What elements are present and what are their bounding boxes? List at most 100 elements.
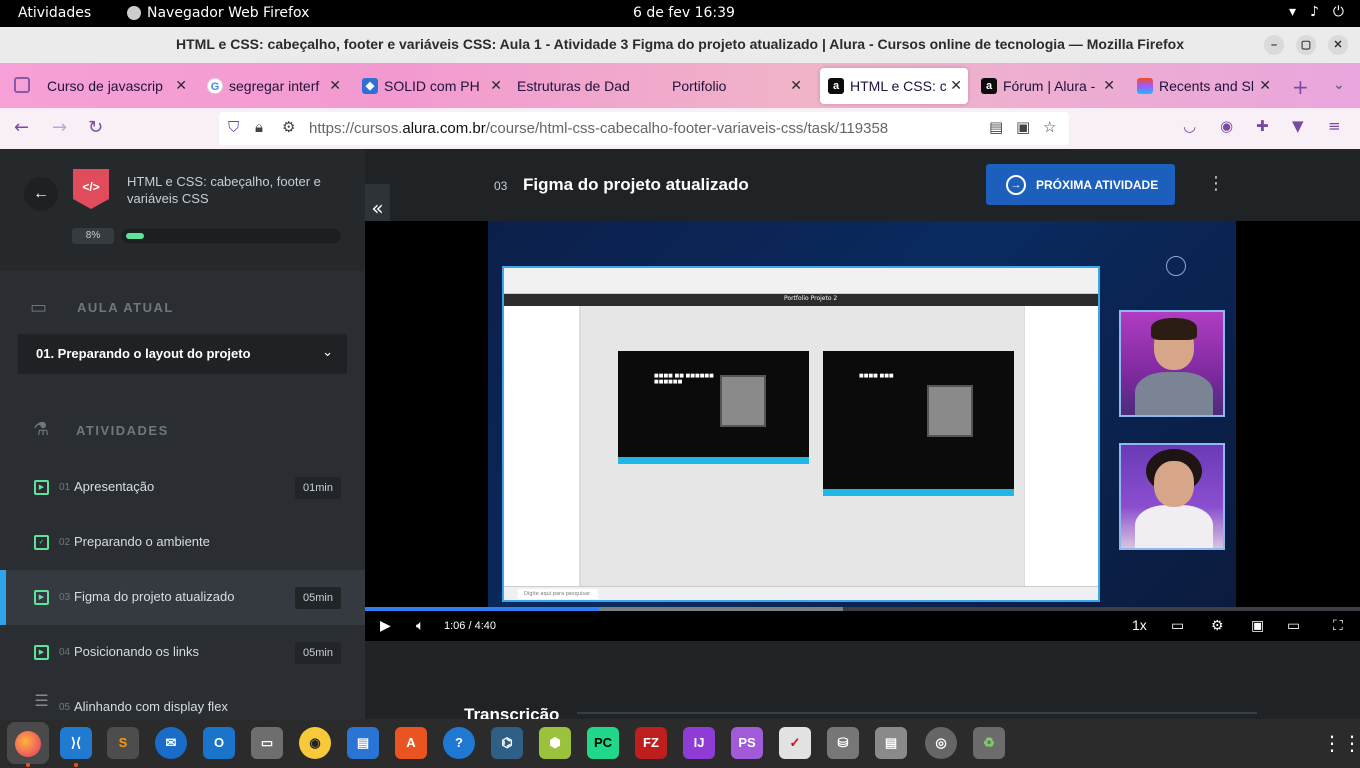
account-icon[interactable]: ◉ <box>1220 117 1233 135</box>
fullscreen-icon[interactable]: ⛶ <box>1333 617 1343 634</box>
course-sidebar: ← </> HTML e CSS: cabeçalho, footer e va… <box>0 149 365 719</box>
lesson-select[interactable]: 01. Preparando o layout do projeto ⌄ <box>18 334 347 374</box>
dock: ⟩⟨ S ✉ O ▭ ◉ ▤ A ? ⌬ ⬢ PC FZ IJ PS ✓ ⛁ ▤… <box>0 719 1360 768</box>
tab-solid-php[interactable]: ◆ SOLID com PH ✕ <box>362 68 508 104</box>
tab-close-icon[interactable]: ✕ <box>1259 77 1271 94</box>
software-dock-icon[interactable]: A <box>395 727 427 759</box>
clock[interactable]: 6 de fev 16:39 <box>633 5 735 21</box>
show-apps-grid-icon[interactable]: ⋮⋮⋮ <box>1322 731 1360 755</box>
trash-dock-icon[interactable]: ♻ <box>973 727 1005 759</box>
tab-segregar-interfaces[interactable]: G segregar interf ✕ <box>207 68 347 104</box>
window-titlebar: HTML e CSS: cabeçalho, footer e variávei… <box>0 27 1360 63</box>
tab-close-icon[interactable]: ✕ <box>329 77 341 94</box>
forward-arrow-icon[interactable]: → <box>52 117 67 138</box>
system-tray[interactable]: ▾ ♪ ⏻ <box>1289 4 1344 20</box>
tab-label: Estruturas de Dad <box>517 78 630 94</box>
screenshot-icon[interactable]: ▣ <box>1016 118 1030 136</box>
close-window-button[interactable]: ✕ <box>1328 35 1348 55</box>
sublime-dock-icon[interactable]: S <box>107 727 139 759</box>
play-icon[interactable]: ▶ <box>380 617 391 634</box>
url-text[interactable]: https://cursos.alura.com.br/course/html-… <box>309 120 888 137</box>
subtitles-icon[interactable]: ▭ <box>1171 617 1184 634</box>
writer-dock-icon[interactable]: ▤ <box>347 727 379 759</box>
active-indicator <box>0 570 6 625</box>
lock-icon[interactable]: 🔒︎ <box>255 118 263 136</box>
tasks-dock-icon[interactable]: ✓ <box>779 727 811 759</box>
tab-bar: Curso de javascrip ✕ G segregar interf ✕… <box>0 63 1360 108</box>
book-icon: ▭ <box>30 297 48 317</box>
rhythmbox-dock-icon[interactable]: ◉ <box>299 727 331 759</box>
pocket-icon[interactable]: ◡ <box>1183 117 1196 135</box>
tab-close-icon[interactable]: ✕ <box>950 77 962 94</box>
list-icon: ☰ <box>34 693 49 710</box>
shield-icon[interactable]: ⛉ <box>228 118 239 136</box>
back-arrow-icon[interactable]: ← <box>14 117 29 138</box>
tab-close-icon[interactable]: ✕ <box>175 77 187 94</box>
tab-portifolio[interactable]: Portifolio ✕ <box>672 68 808 104</box>
activity-item-01[interactable]: ▶ 01 Apresentação 01min <box>0 460 365 515</box>
pycharm-dock-icon[interactable]: PC <box>587 727 619 759</box>
disks-dock-icon[interactable]: ⛁ <box>827 727 859 759</box>
text-editor-dock-icon[interactable]: ▤ <box>875 727 907 759</box>
extensions-icon[interactable]: ✚ <box>1256 117 1269 135</box>
bookmark-star-icon[interactable]: ☆ <box>1043 118 1056 136</box>
frame-footer <box>823 489 1014 496</box>
more-options-icon[interactable]: ⋮ <box>1207 173 1225 194</box>
tab-label: segregar interf <box>229 78 320 94</box>
activity-duration: 05min <box>295 587 341 609</box>
activity-item-04[interactable]: ▶ 04 Posicionando os links 05min <box>0 625 365 680</box>
activities-button[interactable]: Atividades <box>18 5 91 21</box>
volume-icon[interactable]: 🔈︎ <box>416 617 424 634</box>
volume-icon: ♪ <box>1309 4 1319 20</box>
settings-gear-icon[interactable]: ⚙ <box>1211 617 1224 634</box>
list-all-tabs-icon[interactable]: ⌄ <box>1333 77 1345 93</box>
back-button[interactable]: ← <box>24 177 58 211</box>
activity-item-03[interactable]: ▶ 03 Figma do projeto atualizado 05min <box>0 570 365 625</box>
intellij-dock-icon[interactable]: IJ <box>683 727 715 759</box>
tab-close-icon[interactable]: ✕ <box>1103 77 1115 94</box>
tab-curso-javascript[interactable]: Curso de javascrip ✕ <box>47 68 193 104</box>
playback-speed[interactable]: 1x <box>1132 617 1147 633</box>
picture-in-picture-icon[interactable]: ▣ <box>1251 617 1264 634</box>
phpstorm-dock-icon[interactable]: PS <box>731 727 763 759</box>
new-tab-button[interactable]: + <box>1292 75 1309 99</box>
figma-canvas: ■■■■ ■■ ■■■■■■ ■■■■■■ ■■■■ ■■■ <box>581 306 1026 588</box>
reader-view-icon[interactable]: ▤ <box>989 118 1003 136</box>
menu-icon[interactable]: ≡ <box>1328 117 1341 135</box>
files-dock-icon[interactable]: ▭ <box>251 727 283 759</box>
tab-close-icon[interactable]: ✕ <box>790 77 802 94</box>
activity-item-02[interactable]: ✓ 02 Preparando o ambiente <box>0 515 365 570</box>
progress-bar-fill <box>126 233 144 239</box>
browser-chrome <box>504 268 1098 294</box>
tab-estruturas-dados[interactable]: Estruturas de Dad <box>517 68 657 104</box>
theater-mode-icon[interactable]: ▭ <box>1287 617 1300 634</box>
minimize-button[interactable]: – <box>1264 35 1284 55</box>
outlook-dock-icon[interactable]: O <box>203 727 235 759</box>
tab-html-css-active[interactable]: a HTML e CSS: ca ✕ <box>820 68 968 104</box>
video-player[interactable]: Portfolio Projeto 2 ■■■■ ■■ ■■■■■■ ■■■■■… <box>365 221 1360 641</box>
tab-close-icon[interactable]: ✕ <box>490 77 502 94</box>
maximize-button[interactable]: ▢ <box>1296 35 1316 55</box>
firefox-dock-icon[interactable] <box>7 722 49 764</box>
filezilla-dock-icon[interactable]: FZ <box>635 727 667 759</box>
next-activity-button[interactable]: → PRÓXIMA ATIVIDADE <box>986 164 1175 205</box>
app-menu[interactable]: Navegador Web Firefox <box>127 5 309 21</box>
help-dock-icon[interactable]: ? <box>443 727 475 759</box>
cube-dock-icon[interactable]: ⬢ <box>539 727 571 759</box>
vpn-icon[interactable]: ▼ <box>1292 117 1304 135</box>
reload-icon[interactable]: ↻ <box>88 117 103 138</box>
optical-drive-dock-icon[interactable]: ◎ <box>925 727 957 759</box>
figma-layers-panel <box>504 306 580 588</box>
activity-label: Alinhando com display flex <box>74 699 228 714</box>
section-activities: ATIVIDADES <box>76 423 169 438</box>
mysql-dock-icon[interactable]: ⌬ <box>491 727 523 759</box>
firefox-view-icon[interactable] <box>14 77 30 93</box>
frame-text: ■■■■ ■■ ■■■■■■ ■■■■■■ <box>654 373 714 385</box>
google-icon: G <box>207 78 223 94</box>
vscode-dock-icon[interactable]: ⟩⟨ <box>60 727 92 759</box>
url-bar[interactable]: ⛉ 🔒︎ ⚙ https://cursos.alura.com.br/cours… <box>219 112 1069 145</box>
permissions-icon[interactable]: ⚙ <box>282 118 295 136</box>
tab-figma-recents[interactable]: Recents and Sl ✕ <box>1137 68 1277 104</box>
tab-forum-alura[interactable]: a Fórum | Alura - ✕ <box>981 68 1121 104</box>
thunderbird-dock-icon[interactable]: ✉ <box>155 727 187 759</box>
